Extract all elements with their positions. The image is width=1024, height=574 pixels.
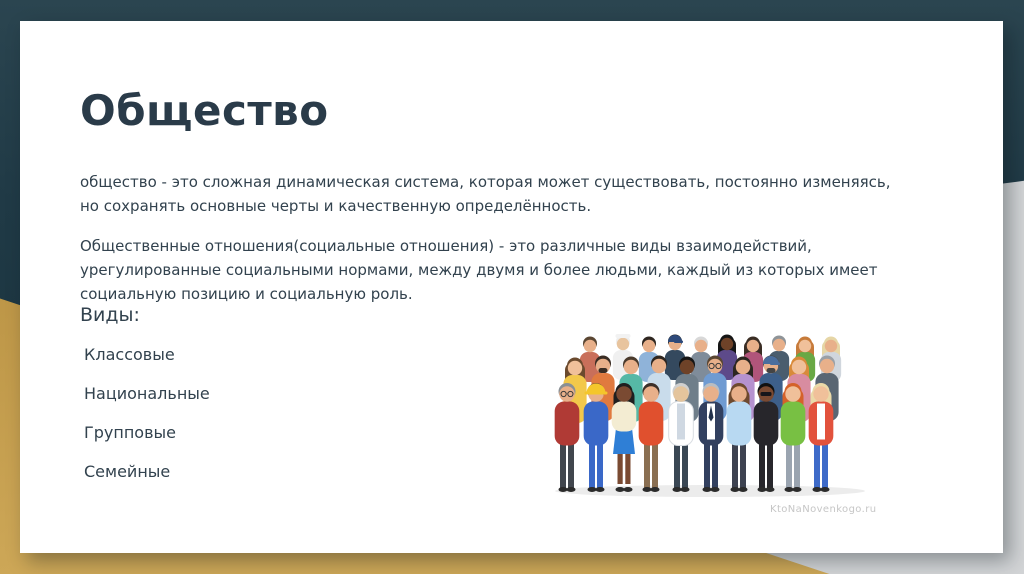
crowd-illustration-svg bbox=[545, 318, 875, 498]
watermark-text: KtoNaNovenkogo.ru bbox=[770, 504, 876, 515]
crowd-illustration: KtoNaNovenkogo.ru bbox=[545, 318, 875, 536]
list-item: Групповые bbox=[84, 424, 210, 441]
slide-title: Общество bbox=[80, 85, 329, 138]
person-figure bbox=[809, 383, 834, 492]
person-figure bbox=[781, 383, 806, 492]
list-item: Классовые bbox=[84, 346, 210, 363]
definition-paragraph: общество - это сложная динамическая сист… bbox=[80, 170, 990, 218]
relations-paragraph: Общественные отношения(социальные отноше… bbox=[80, 234, 990, 306]
kinds-list: Классовые Национальные Групповые Семейны… bbox=[84, 346, 210, 502]
person-figure bbox=[612, 383, 637, 492]
slide-canvas: Общество общество - это сложная динамиче… bbox=[20, 21, 1003, 553]
list-item: Национальные bbox=[84, 385, 210, 402]
list-item: Семейные bbox=[84, 463, 210, 480]
list-heading: Виды: bbox=[80, 302, 140, 328]
person-figure bbox=[727, 383, 752, 492]
person-figure bbox=[665, 335, 685, 381]
